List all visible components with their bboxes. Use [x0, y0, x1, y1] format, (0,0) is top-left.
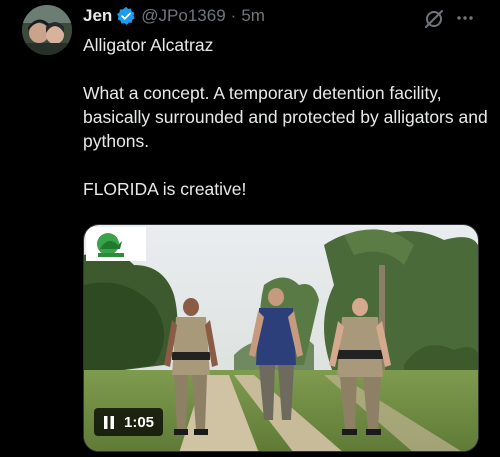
more-icon[interactable]: [456, 11, 474, 25]
author-name[interactable]: Jen: [83, 6, 112, 26]
tweet-header: Jen @JPo1369 · 5m: [83, 4, 265, 28]
video-duration: 1:05: [124, 413, 155, 431]
video-duration-badge[interactable]: 1:05: [94, 408, 164, 436]
tweet-line-closing: FLORIDA is creative!: [83, 179, 247, 199]
channel-logo-icon: [86, 227, 146, 261]
tweet-line-title: Alligator Alcatraz: [83, 35, 214, 55]
dot-separator: ·: [230, 6, 237, 25]
author-handle[interactable]: @JPo1369: [141, 6, 225, 26]
grok-icon[interactable]: [423, 8, 445, 30]
pause-icon[interactable]: [103, 415, 115, 429]
tweet-text: Alligator Alcatraz What a concept. A tem…: [83, 33, 488, 201]
avatar-image: [22, 5, 72, 55]
tweet-line-body: What a concept. A temporary detention fa…: [83, 83, 488, 151]
post-time[interactable]: 5m: [241, 6, 265, 26]
avatar[interactable]: [22, 5, 72, 55]
video-player[interactable]: 1:05: [83, 224, 479, 452]
verified-badge-icon: [116, 6, 136, 26]
